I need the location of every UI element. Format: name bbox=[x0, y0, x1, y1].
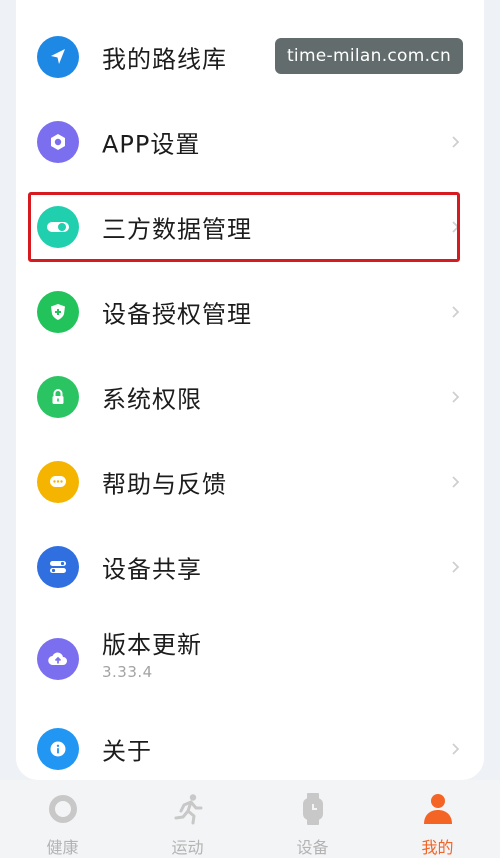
watermark-label: time-milan.com.cn bbox=[275, 38, 463, 74]
tab-health[interactable]: 健康 bbox=[0, 780, 125, 858]
toggle-icon bbox=[37, 205, 79, 248]
lock-icon bbox=[37, 375, 79, 418]
chevron-right-icon bbox=[452, 475, 460, 488]
menu-item-help-feedback[interactable]: 帮助与反馈 bbox=[16, 439, 484, 524]
chevron-right-icon bbox=[452, 305, 460, 318]
ring-icon bbox=[48, 795, 77, 823]
menu-item-label: 三方数据管理 bbox=[102, 215, 252, 243]
info-icon bbox=[37, 727, 79, 770]
menu-item-third-party-data[interactable]: 三方数据管理 bbox=[16, 184, 484, 269]
chevron-right-icon bbox=[452, 220, 460, 233]
tab-label: 健康 bbox=[46, 838, 79, 857]
tab-me[interactable]: 我的 bbox=[375, 780, 500, 858]
shield-plus-icon bbox=[37, 290, 79, 333]
menu-item-version-update[interactable]: 版本更新 3.33.4 bbox=[16, 609, 484, 709]
cloud-upload-icon bbox=[37, 638, 79, 680]
menu-item-system-permissions[interactable]: 系统权限 bbox=[16, 354, 484, 439]
chevron-right-icon bbox=[452, 135, 460, 148]
chevron-right-icon bbox=[452, 560, 460, 573]
tab-exercise[interactable]: 运动 bbox=[125, 780, 250, 858]
runner-icon bbox=[174, 794, 202, 825]
menu-item-label: 设备共享 bbox=[102, 555, 202, 583]
tab-label: 运动 bbox=[171, 838, 204, 857]
tab-label: 我的 bbox=[421, 838, 454, 857]
menu-item-label: 关于 bbox=[102, 737, 152, 765]
hexagon-settings-icon bbox=[37, 120, 79, 163]
menu-item-label: APP设置 bbox=[102, 130, 201, 158]
person-icon bbox=[423, 794, 452, 824]
menu-item-app-settings[interactable]: APP设置 bbox=[16, 99, 484, 184]
chevron-right-icon bbox=[452, 390, 460, 403]
menu-item-device-authorization[interactable]: 设备授权管理 bbox=[16, 269, 484, 354]
tab-label: 设备 bbox=[296, 838, 329, 857]
bottom-tab-bar: 健康 运动 设备 我的 bbox=[0, 780, 500, 858]
menu-item-label: 帮助与反馈 bbox=[102, 470, 227, 498]
menu-item-label: 设备授权管理 bbox=[102, 300, 252, 328]
menu-item-device-sharing[interactable]: 设备共享 bbox=[16, 524, 484, 609]
tab-device[interactable]: 设备 bbox=[250, 780, 375, 858]
watch-icon bbox=[302, 793, 323, 825]
version-number: 3.33.4 bbox=[102, 663, 153, 681]
navigation-arrow-icon bbox=[37, 35, 79, 78]
sliders-icon bbox=[37, 545, 79, 588]
menu-item-label: 我的路线库 bbox=[102, 45, 227, 73]
menu-item-label: 版本更新 bbox=[102, 631, 202, 659]
settings-list-card: 我的路线库 APP设置 三方数据管理 设备授权管理 系统权限 帮助与反馈 设备共… bbox=[16, 0, 484, 780]
chevron-right-icon bbox=[452, 742, 460, 755]
chat-bubble-icon bbox=[37, 460, 79, 503]
menu-item-label: 系统权限 bbox=[102, 385, 202, 413]
menu-item-about[interactable]: 关于 bbox=[16, 706, 484, 791]
